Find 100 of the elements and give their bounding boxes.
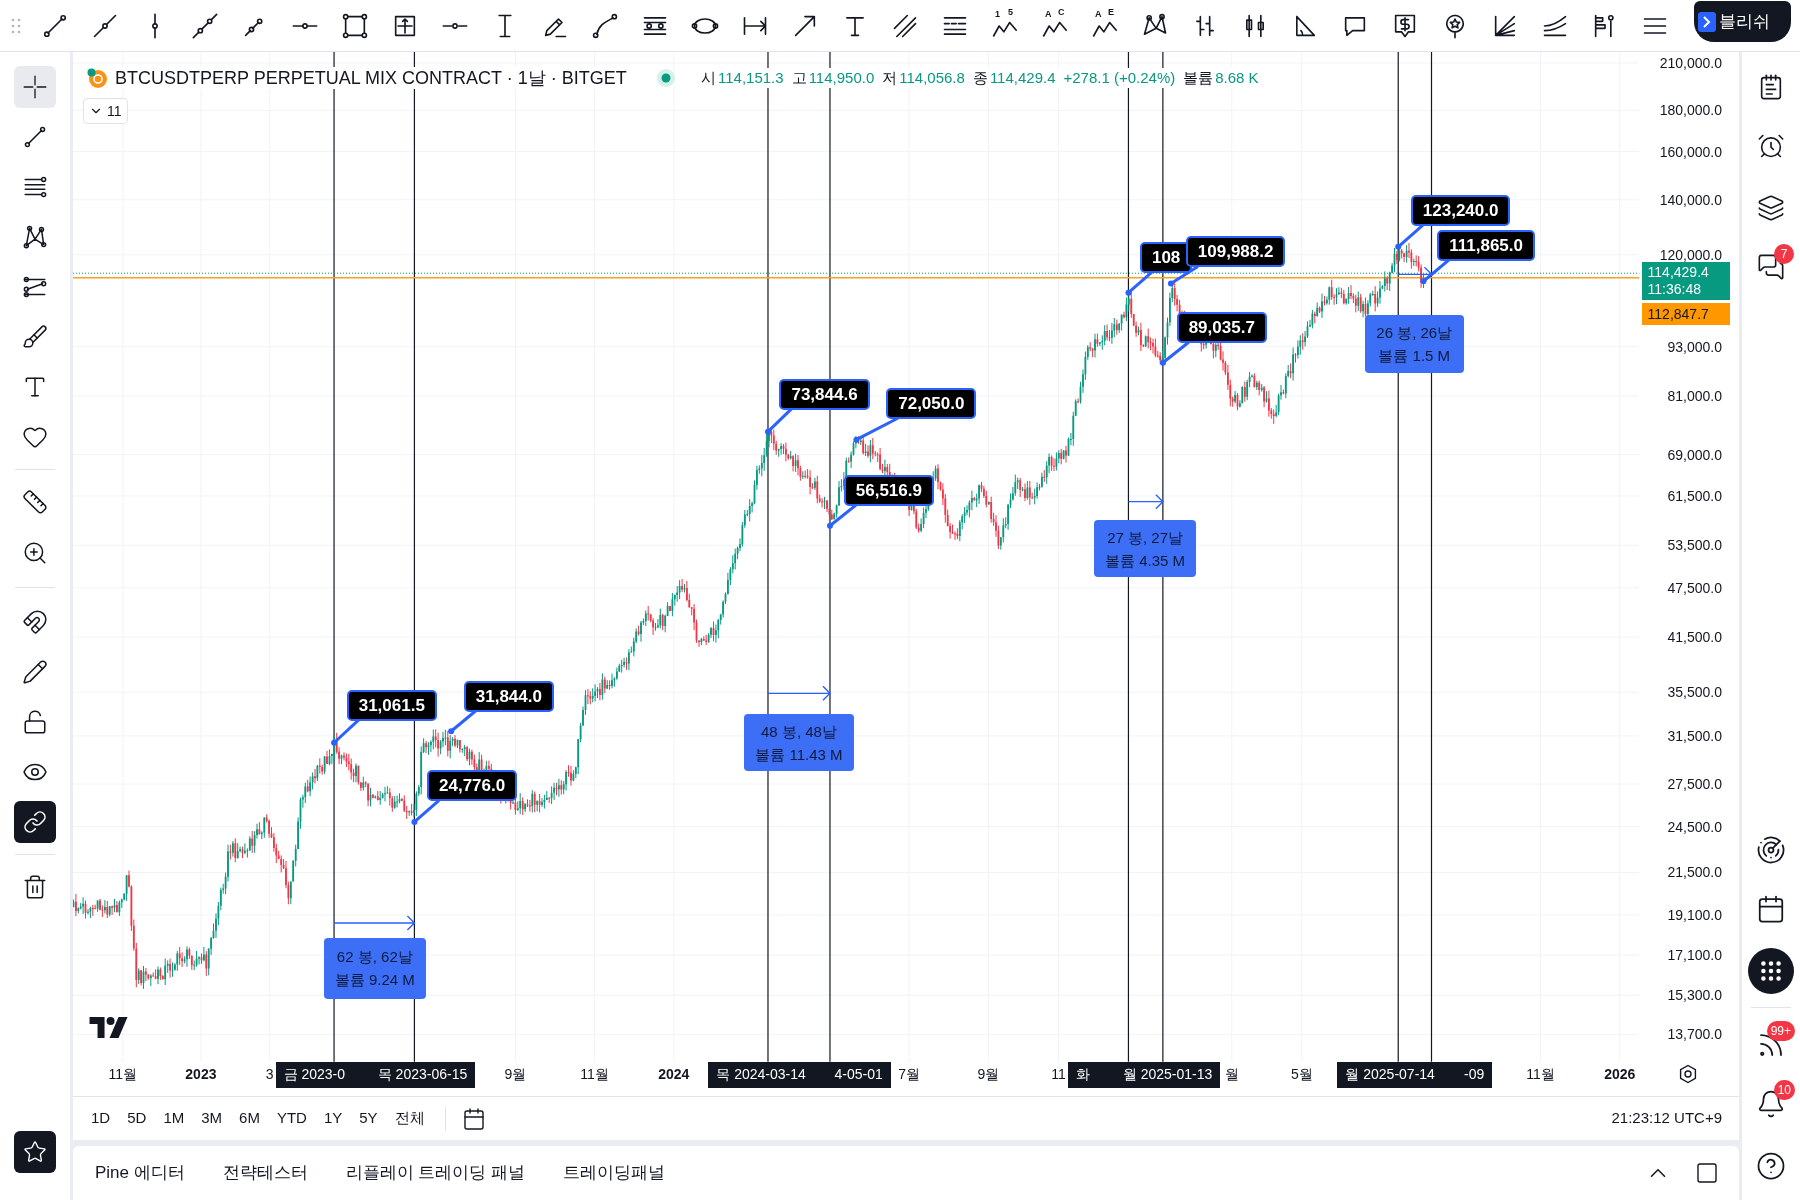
time-axis-label: 11월: [580, 1065, 609, 1084]
notification-badge: 7: [1774, 244, 1794, 264]
price-callout: 123,240.0: [1410, 195, 1511, 227]
rectangle-icon[interactable]: [341, 11, 369, 40]
bar-count-text: 48 봉, 48날: [761, 721, 837, 741]
range-arrow: [1127, 493, 1164, 510]
price-axis-label: 160,000.0: [1659, 142, 1722, 161]
time-axis-label: 9월: [504, 1065, 527, 1084]
period-button[interactable]: YTD: [268, 1103, 315, 1134]
period-button[interactable]: 5D: [119, 1103, 155, 1134]
logo-icon: [89, 1017, 128, 1039]
indicators-toggle-button[interactable]: 11: [83, 98, 128, 124]
alarm-clock-icon[interactable]: [1757, 132, 1785, 160]
price-axis-label: 210,000.0: [1659, 54, 1722, 72]
price-axis-label: 180,000.0: [1659, 101, 1722, 120]
zoom-in-icon: [22, 540, 48, 566]
forecast-lines-icon: [22, 274, 48, 300]
panel-tab[interactable]: 전략테스터: [222, 1160, 308, 1186]
notification-badge: 99+: [1766, 1021, 1795, 1041]
link-icon: [23, 810, 47, 834]
panel-tab[interactable]: Pine 에디터: [95, 1160, 185, 1186]
heart-icon: [22, 424, 48, 450]
pattern-icon: [22, 224, 48, 250]
time-axis-label: 2023: [185, 1065, 217, 1084]
ruler-icon: [22, 489, 48, 515]
calendar-icon[interactable]: [461, 1106, 486, 1131]
period-button[interactable]: 1Y: [315, 1103, 351, 1134]
date-marker-text: 월 2025-07-14: [1345, 1065, 1435, 1085]
ohlc-label: 고: [791, 68, 807, 88]
chevron-right-icon: [1698, 11, 1716, 32]
drag-handle-icon[interactable]: [10, 16, 22, 35]
range-volume-text: 볼륨 9.24 M: [334, 970, 415, 990]
calendar-icon[interactable]: [1756, 894, 1786, 924]
horizontal-lines-icon: [22, 174, 48, 200]
price-axis-label: 17,100.0: [1667, 946, 1722, 965]
wave-tool-button[interactable]: 1 5: [991, 11, 1019, 40]
apps-grid-icon[interactable]: [1748, 948, 1794, 994]
maximize-icon[interactable]: [1695, 1161, 1719, 1185]
crosshair-tool[interactable]: [14, 66, 56, 108]
callout-pointer: [1167, 265, 1199, 287]
help-icon[interactable]: [1756, 1151, 1786, 1181]
status-dot-icon: [657, 69, 675, 87]
price-axis-label: 120,000.0: [1659, 245, 1722, 264]
period-button[interactable]: 6M: [231, 1103, 268, 1134]
radar-icon[interactable]: [1756, 835, 1786, 865]
price-line-tag: 112,847.7: [1641, 303, 1730, 326]
callout-pointer: [826, 504, 857, 529]
date-marker-text: 화: [1075, 1065, 1090, 1085]
ohlc-label: 시: [701, 68, 716, 88]
trash-icon: [22, 874, 48, 900]
trend-line-icon: [22, 124, 48, 150]
panel-tab[interactable]: 리플레이 트레이딩 패널: [345, 1160, 526, 1186]
price-axis-label: 93,000.0: [1667, 337, 1722, 356]
ohlc-value: 114,151.3: [718, 68, 784, 88]
period-button[interactable]: 전체: [386, 1103, 433, 1134]
settings-icon[interactable]: [1677, 1064, 1698, 1085]
period-button[interactable]: 1M: [155, 1103, 193, 1134]
callout-pointer: [1395, 224, 1424, 250]
range-volume-text: 볼륨 1.5 M: [1378, 345, 1451, 365]
price-callout: 56,516.9: [843, 475, 934, 507]
publish-button[interactable]: 블리쉬: [1694, 1, 1791, 42]
extended-line-icon[interactable]: [191, 11, 219, 40]
range-volume-text: 볼륨 11.43 M: [755, 744, 843, 764]
callout-pointer: [411, 799, 441, 825]
sync-toggle[interactable]: [14, 801, 56, 843]
curve-icon[interactable]: [591, 11, 619, 40]
current-price-text: 114,429.4: [1647, 264, 1710, 282]
price-callout: 31,844.0: [463, 680, 554, 712]
callout-pointer: [853, 416, 899, 443]
price-callout: 73,844.6: [779, 378, 870, 410]
panel-tab[interactable]: 트레이딩패널: [563, 1160, 666, 1186]
time-axis-label: 3: [265, 1065, 274, 1084]
bar-count-text: 27 봉, 27날: [1107, 527, 1183, 547]
price-axis-label: 19,100.0: [1667, 905, 1722, 924]
time-axis-label: 5월: [1290, 1065, 1313, 1084]
price-axis-label: 27,500.0: [1667, 775, 1722, 794]
period-button[interactable]: 3M: [193, 1103, 231, 1134]
favorites-toggle[interactable]: [14, 1131, 56, 1173]
wave-tool-button[interactable]: A C: [1041, 11, 1069, 40]
price-callout: 31,061.5: [346, 689, 437, 721]
price-callout: 108: [1139, 242, 1193, 274]
price-axis-label: 140,000.0: [1659, 190, 1722, 209]
date-marker-text: 목 2023-06-15: [377, 1065, 468, 1085]
time-axis-label: 9월: [977, 1065, 1000, 1084]
price-axis-label: 81,000.0: [1667, 387, 1722, 406]
layers-icon[interactable]: [1757, 194, 1785, 222]
price-axis-label: 61,500.0: [1667, 486, 1722, 505]
magnet-icon: [22, 609, 48, 635]
price-axis-label: 69,000.0: [1667, 445, 1722, 464]
date-marker-text: 월 2025-01-13: [1122, 1065, 1213, 1085]
ohlc-label: 저: [882, 68, 898, 88]
period-button[interactable]: 5Y: [351, 1103, 386, 1134]
price-callout: 24,776.0: [427, 770, 518, 802]
range-arrow: [1397, 266, 1433, 283]
wave-tool-button[interactable]: A E: [1091, 11, 1119, 40]
price-axis-label: 31,500.0: [1667, 726, 1722, 745]
symbol-title[interactable]: BTCUSDTPERP PERPETUAL MIX CONTRACT · 1날 · BITGET: [115, 67, 627, 89]
clock-text: 21:23:12 UTC+9: [1611, 1108, 1722, 1129]
period-button[interactable]: 1D: [83, 1103, 119, 1134]
callout-pointer: [1159, 341, 1190, 366]
